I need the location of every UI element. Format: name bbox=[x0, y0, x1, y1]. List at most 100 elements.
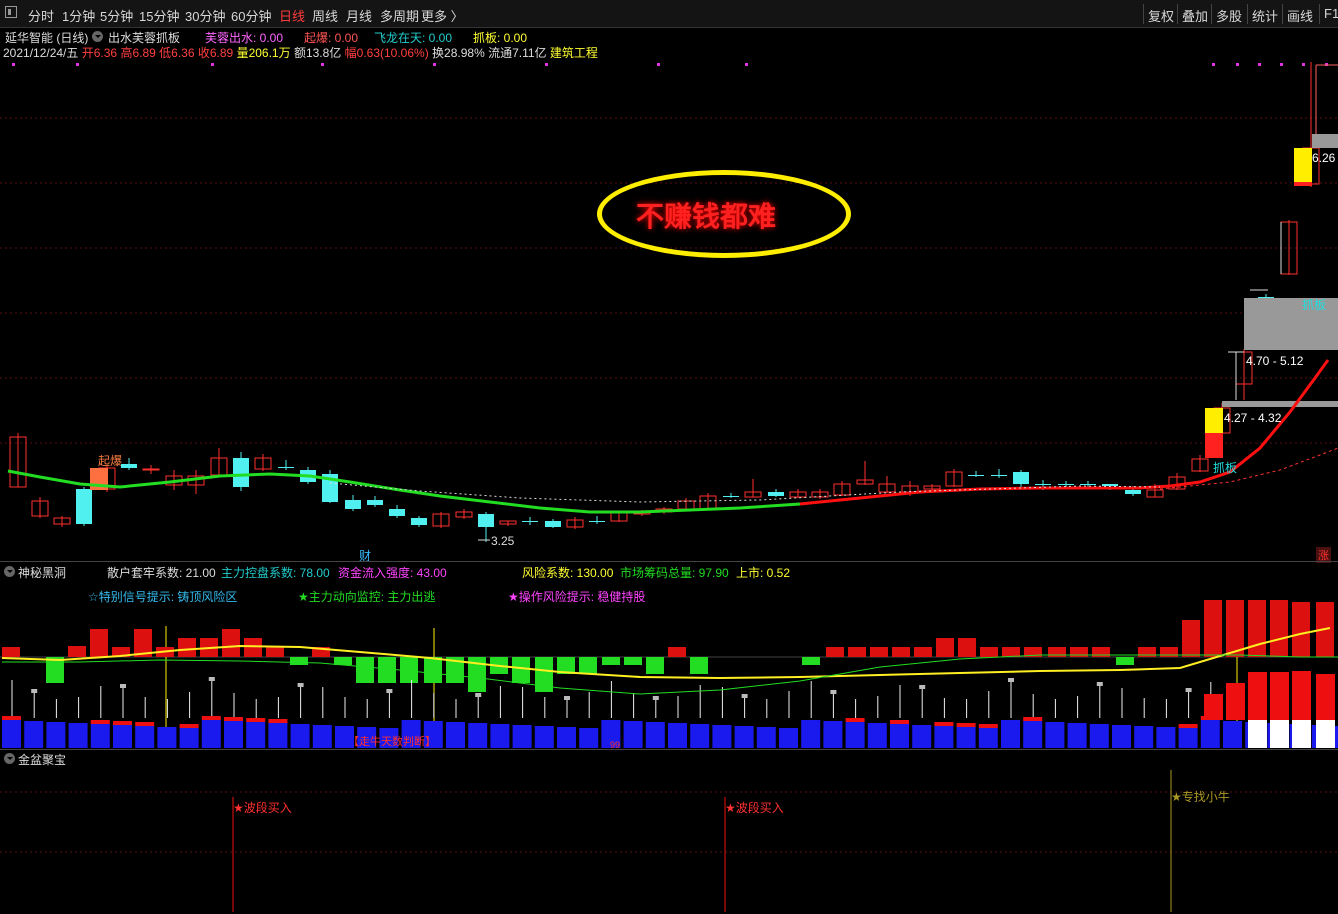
signal-dot bbox=[1236, 63, 1239, 66]
indicator-dropdown-icon[interactable] bbox=[92, 31, 103, 42]
period-tab-8[interactable]: 月线 bbox=[346, 6, 372, 25]
black-hole-indicator-chart[interactable] bbox=[0, 600, 1338, 750]
histogram-bar bbox=[90, 629, 108, 657]
histogram-bar bbox=[802, 657, 820, 665]
big-white-bar bbox=[1248, 720, 1267, 748]
stick-cap bbox=[1096, 682, 1103, 686]
candle-body-down bbox=[278, 467, 294, 468]
volume-bar bbox=[668, 723, 687, 748]
candle-body-down bbox=[121, 464, 137, 468]
pane-divider[interactable] bbox=[0, 561, 1338, 562]
toolbar-separator bbox=[1177, 4, 1178, 24]
period-tab-7[interactable]: 周线 bbox=[312, 6, 338, 25]
volume-bar bbox=[1200, 720, 1220, 748]
histogram-bar bbox=[1226, 600, 1244, 657]
candle-body-down bbox=[76, 489, 92, 524]
signal-wave-buy-1: ★波段买入 bbox=[233, 801, 292, 815]
top-box-red bbox=[1294, 182, 1312, 186]
volume-bar bbox=[645, 722, 665, 748]
volume-bar bbox=[290, 724, 310, 748]
volume-bar bbox=[978, 728, 998, 748]
toolbar-button-0[interactable]: 复权 bbox=[1148, 6, 1174, 25]
signal-dot bbox=[433, 63, 436, 66]
candle-body-down bbox=[1058, 484, 1074, 485]
histogram-bar bbox=[579, 657, 597, 674]
stick-cap bbox=[1008, 678, 1014, 682]
bull-days-label: 【走牛天数判断】 bbox=[348, 736, 436, 748]
toolbar-button-1[interactable]: 叠加 bbox=[1182, 6, 1208, 25]
candle-body-down bbox=[367, 500, 383, 505]
period-tab-4[interactable]: 30分钟 bbox=[185, 6, 225, 25]
period-toolbar: 分时 1分钟 5分钟 15分钟 30分钟 60分钟 日线 周线 月线 多周期 更多 〉 复权 叠加 多股… bbox=[0, 0, 1338, 28]
candle-body-down bbox=[1013, 472, 1029, 484]
signal-dot bbox=[321, 63, 324, 66]
period-tab-9[interactable]: 多周期 bbox=[380, 6, 419, 25]
zhuaban-box-red bbox=[1205, 433, 1223, 458]
volume-bar bbox=[224, 721, 243, 748]
volume-bar bbox=[823, 721, 843, 748]
toolbar-button-2[interactable]: 多股 bbox=[1216, 6, 1242, 25]
kline-chart[interactable] bbox=[0, 58, 1338, 561]
toolbar-separator bbox=[1247, 4, 1248, 24]
signal-dot bbox=[12, 63, 15, 66]
period-tab-2[interactable]: 5分钟 bbox=[100, 6, 133, 25]
candle-body-up bbox=[142, 468, 160, 471]
histogram-bar bbox=[602, 657, 620, 665]
signal-dot bbox=[1280, 63, 1283, 66]
candle-body-down bbox=[233, 458, 249, 487]
low-price-label: 3.25 bbox=[491, 534, 515, 548]
volume-bar bbox=[934, 726, 954, 748]
toolbar-button-3[interactable]: 统计 bbox=[1252, 6, 1278, 25]
stick-cap bbox=[208, 677, 215, 681]
big-white-bar bbox=[1316, 720, 1335, 748]
volume-bar bbox=[623, 721, 643, 748]
histogram-bar bbox=[1204, 600, 1222, 657]
volume-bar bbox=[179, 728, 199, 748]
toolbar-separator bbox=[1211, 4, 1212, 24]
candle-body-down bbox=[522, 521, 538, 522]
candle-body-down bbox=[589, 521, 605, 522]
toolbar-button-4[interactable]: 画线 bbox=[1287, 6, 1313, 25]
period-tab-0[interactable]: 分时 bbox=[28, 6, 54, 25]
volume-bar bbox=[779, 728, 798, 748]
volume-bar bbox=[801, 720, 821, 748]
candle-body-down bbox=[1035, 484, 1051, 485]
volume-bar bbox=[24, 721, 44, 748]
period-tab-3[interactable]: 15分钟 bbox=[139, 6, 179, 25]
zone-label-1: 4.70 - 5.12 bbox=[1246, 354, 1304, 368]
signal-qibao: 起爆 bbox=[98, 454, 123, 468]
histogram-bar bbox=[870, 647, 888, 657]
panel-toggle-icon[interactable] bbox=[5, 6, 17, 18]
volume-bar bbox=[201, 720, 221, 748]
toolbar-separator bbox=[1282, 4, 1283, 24]
volume-bar bbox=[956, 727, 976, 748]
pane2-dropdown-icon[interactable] bbox=[4, 566, 15, 577]
histogram-bar bbox=[690, 657, 708, 674]
period-tab-10[interactable]: 更多 〉 bbox=[421, 6, 464, 25]
signal-zhuaban-top: 抓板 bbox=[1302, 298, 1327, 312]
period-tab-5[interactable]: 60分钟 bbox=[231, 6, 271, 25]
candle-body-down bbox=[1102, 484, 1118, 486]
volume-bar bbox=[246, 722, 266, 748]
volume-cap bbox=[956, 723, 976, 727]
volume-bar bbox=[1001, 720, 1020, 748]
histogram-bar bbox=[334, 657, 352, 665]
period-tab-1[interactable]: 1分钟 bbox=[62, 6, 95, 25]
volume-bar bbox=[690, 724, 710, 748]
volume-bar bbox=[1112, 725, 1131, 748]
big-red-bar bbox=[1292, 671, 1311, 720]
volume-bar bbox=[135, 726, 155, 748]
stick-cap bbox=[741, 694, 748, 698]
stick-cap bbox=[652, 696, 659, 700]
volume-bar bbox=[512, 725, 532, 748]
volume-cap bbox=[90, 720, 110, 724]
histogram-bar bbox=[1248, 600, 1266, 657]
volume-cap bbox=[845, 718, 865, 722]
histogram-bar bbox=[266, 647, 284, 657]
pane2-title[interactable]: 神秘黑洞 bbox=[18, 564, 66, 581]
metric-chips: 市场筹码总量: 97.90 bbox=[620, 566, 729, 580]
toolbar-button-5[interactable]: F1 bbox=[1324, 6, 1338, 21]
volume-bar bbox=[1223, 721, 1242, 748]
histogram-bar bbox=[1116, 657, 1134, 665]
period-tab-6[interactable]: 日线 bbox=[279, 6, 305, 25]
